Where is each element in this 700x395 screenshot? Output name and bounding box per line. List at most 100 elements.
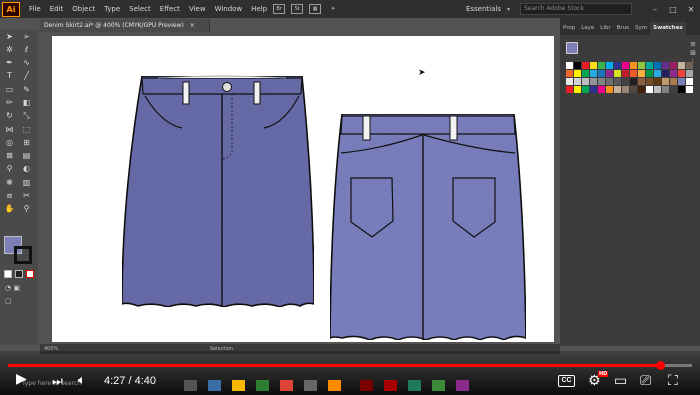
swatch[interactable] <box>622 70 629 77</box>
taskbar-app-icon[interactable] <box>304 380 317 391</box>
width-tool-icon[interactable]: ⋈ <box>2 123 17 135</box>
swatch[interactable] <box>662 86 669 93</box>
swatch[interactable] <box>646 62 653 69</box>
tab-properties[interactable]: Prop <box>560 22 578 35</box>
workspace-switcher[interactable]: Essentials <box>466 5 501 13</box>
selection-tool-icon[interactable]: ➤ <box>2 30 17 42</box>
lasso-tool-icon[interactable]: ℓ <box>19 43 34 55</box>
canvas-area[interactable]: ➤ <box>40 32 556 344</box>
minimize-button[interactable]: – <box>646 5 664 14</box>
swatch[interactable] <box>630 78 637 85</box>
cast-icon[interactable]: ⎚ <box>640 373 651 389</box>
video-progress-bar[interactable] <box>8 361 692 370</box>
swatch[interactable] <box>574 86 581 93</box>
hand-tool-icon[interactable]: ✋ <box>2 203 17 215</box>
swatch[interactable] <box>614 86 621 93</box>
menu-select[interactable]: Select <box>129 5 151 13</box>
swatch[interactable] <box>574 78 581 85</box>
swatch[interactable] <box>670 70 677 77</box>
swatch[interactable] <box>606 62 613 69</box>
swatch[interactable] <box>566 78 573 85</box>
back-skirt-body[interactable] <box>329 113 527 341</box>
scale-tool-icon[interactable]: ⤡ <box>19 110 34 122</box>
tab-symbols[interactable]: Sym <box>632 22 650 35</box>
swatch[interactable] <box>678 78 685 85</box>
tab-swatches[interactable]: Swatches <box>650 22 686 35</box>
taskbar-app-icon[interactable] <box>256 380 269 391</box>
swatch[interactable] <box>614 78 621 85</box>
swatch[interactable] <box>566 62 573 69</box>
menu-object[interactable]: Object <box>72 5 95 13</box>
swatch[interactable] <box>638 70 645 77</box>
taskbar-app-icon[interactable] <box>384 380 397 391</box>
taskbar-app-icon[interactable] <box>208 380 221 391</box>
document-tab[interactable]: Denim Skirt2.ai* @ 400% (CMYK/GPU Previe… <box>40 19 210 32</box>
swatch[interactable] <box>670 78 677 85</box>
fullscreen-icon[interactable]: ⛶ <box>668 373 678 389</box>
play-icon[interactable]: ▶ <box>16 371 27 387</box>
stock-search-input[interactable]: Search Adobe Stock <box>520 3 632 15</box>
swatch[interactable] <box>686 86 693 93</box>
zoom-tool-icon[interactable]: ⚲ <box>19 203 34 215</box>
swatch[interactable] <box>678 70 685 77</box>
rectangle-tool-icon[interactable]: ▭ <box>2 83 17 95</box>
gpu-performance-icon[interactable]: ✈ <box>327 4 339 14</box>
swatch[interactable] <box>622 62 629 69</box>
back-skirt[interactable] <box>329 113 527 341</box>
tab-layers[interactable]: Laye <box>578 22 597 35</box>
swatch[interactable] <box>574 62 581 69</box>
swatch[interactable] <box>582 70 589 77</box>
swatch[interactable] <box>638 78 645 85</box>
swatch[interactable] <box>566 70 573 77</box>
close-tab-icon[interactable]: × <box>190 22 195 29</box>
swatch[interactable] <box>654 70 661 77</box>
swatch[interactable] <box>662 62 669 69</box>
swatch[interactable] <box>630 62 637 69</box>
swatch[interactable] <box>614 70 621 77</box>
taskbar-app-icon[interactable] <box>280 380 293 391</box>
swatch[interactable] <box>646 78 653 85</box>
line-tool-icon[interactable]: ╱ <box>19 70 34 82</box>
swatch[interactable] <box>622 86 629 93</box>
swatch[interactable] <box>630 70 637 77</box>
swatch[interactable] <box>638 62 645 69</box>
swatch[interactable] <box>582 62 589 69</box>
volume-icon[interactable]: 🔈︎ <box>78 373 86 389</box>
bridge-icon[interactable]: Br <box>273 4 286 14</box>
taskbar-app-icon[interactable] <box>328 380 341 391</box>
magic-wand-tool-icon[interactable]: ✲ <box>2 43 17 55</box>
symbol-sprayer-tool-icon[interactable]: ❋ <box>2 176 17 188</box>
direct-selection-tool-icon[interactable]: ➢ <box>19 30 34 42</box>
screen-mode-icon[interactable]: ▢ <box>5 297 12 305</box>
swatch[interactable] <box>662 70 669 77</box>
slice-tool-icon[interactable]: ✂ <box>19 190 34 202</box>
eraser-tool-icon[interactable]: ◧ <box>19 96 34 108</box>
swatch[interactable] <box>566 86 573 93</box>
swatch[interactable] <box>686 78 693 85</box>
swatch[interactable] <box>646 86 653 93</box>
taskbar-app-icon[interactable] <box>360 380 373 391</box>
menu-view[interactable]: View <box>189 5 206 13</box>
tab-libraries[interactable]: Libr <box>597 22 613 35</box>
taskbar-app-icon[interactable] <box>408 380 421 391</box>
swatch[interactable] <box>606 70 613 77</box>
menu-effect[interactable]: Effect <box>160 5 180 13</box>
menu-type[interactable]: Type <box>104 5 120 13</box>
drawing-modes-icon[interactable]: ◔ ▣ <box>5 284 20 292</box>
swatch[interactable] <box>574 70 581 77</box>
swatch[interactable] <box>582 78 589 85</box>
free-transform-tool-icon[interactable]: ⬚ <box>19 123 34 135</box>
swatch[interactable] <box>646 70 653 77</box>
swatch[interactable] <box>598 78 605 85</box>
tab-brushes[interactable]: Brus <box>614 22 632 35</box>
swatch[interactable] <box>654 78 661 85</box>
captions-button[interactable]: CC <box>558 375 575 387</box>
taskbar-app-icon[interactable] <box>432 380 445 391</box>
swatch[interactable] <box>590 78 597 85</box>
swatch[interactable] <box>598 62 605 69</box>
swatch[interactable] <box>686 62 693 69</box>
pencil-tool-icon[interactable]: ✏ <box>2 96 17 108</box>
swatch[interactable] <box>630 86 637 93</box>
stock-icon[interactable]: St <box>291 4 304 14</box>
color-mode-icon[interactable] <box>4 270 12 278</box>
